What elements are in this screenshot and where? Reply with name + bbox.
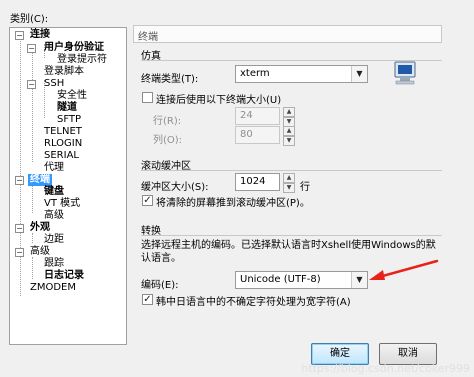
tree-item-connection[interactable]: 连接	[30, 29, 50, 41]
spin-up-icon[interactable]: ▲	[283, 107, 295, 117]
cols-input[interactable]: 80	[235, 126, 280, 144]
cols-label: 列(O):	[153, 135, 183, 146]
category-tree[interactable]: − 连接 − 用户身份验证 登录提示符 登录脚本 − SSH 安全性 隧道 SF…	[9, 27, 127, 345]
collapse-icon[interactable]: −	[27, 44, 36, 53]
collapse-icon[interactable]: −	[15, 31, 24, 40]
push-to-scrollback-label: 将清除的屏幕推到滚动缓冲区(P)。	[156, 198, 310, 209]
tree-line	[32, 257, 33, 279]
divider	[141, 170, 442, 171]
cjk-wide-char-checkbox[interactable]: ✓	[142, 294, 153, 305]
spin-up-icon[interactable]: ▲	[283, 126, 295, 136]
terminal-type-select[interactable]: xterm ▼	[235, 65, 368, 83]
tree-item-logging[interactable]: 日志记录	[44, 270, 84, 282]
spin-down-icon[interactable]: ▼	[283, 183, 295, 193]
rows-label: 行(R):	[153, 116, 182, 127]
terminal-type-label: 终端类型(T):	[141, 74, 199, 85]
encoding-value: Unicode (UTF-8)	[240, 274, 321, 285]
tree-item-user-auth[interactable]: 用户身份验证	[44, 42, 104, 54]
tree-item-advanced[interactable]: 高级	[30, 246, 50, 258]
tree-item-margins[interactable]: 边距	[44, 234, 64, 246]
buffer-size-unit: 行	[300, 182, 310, 193]
tree-line	[32, 233, 33, 243]
panel-title: 终端	[133, 25, 442, 43]
terminal-computer-icon	[394, 61, 416, 85]
rows-input[interactable]: 24	[235, 107, 280, 125]
tree-item-proxy[interactable]: 代理	[44, 162, 64, 174]
buffer-size-stepper[interactable]: ▲ ▼	[283, 173, 295, 193]
chevron-down-icon: ▼	[351, 66, 367, 82]
tree-line	[32, 44, 33, 162]
push-to-scrollback-checkbox[interactable]: ✓	[142, 195, 153, 206]
divider	[141, 235, 442, 236]
tree-item-terminal[interactable]: 终端	[28, 174, 52, 186]
collapse-icon[interactable]: −	[15, 176, 24, 185]
tree-item-vt-modes[interactable]: VT 模式	[44, 198, 80, 210]
resize-checkbox-label: 连接后使用以下终端大小(U)	[156, 95, 282, 106]
encoding-label: 编码(E):	[141, 280, 179, 291]
tree-line	[20, 38, 21, 296]
collapse-icon[interactable]: −	[15, 224, 24, 233]
tree-line	[32, 185, 33, 213]
tree-item-zmodem[interactable]: ZMODEM	[30, 282, 76, 294]
tree-item-appearance[interactable]: 外观	[30, 222, 50, 234]
watermark: https://blog.csdn.net/coker999	[301, 362, 470, 375]
tree-item-trace[interactable]: 跟踪	[44, 258, 64, 270]
collapse-icon[interactable]: −	[15, 248, 24, 257]
tree-item-keyboard[interactable]: 键盘	[44, 186, 64, 198]
category-label: 类别(C):	[10, 14, 49, 25]
spin-down-icon[interactable]: ▼	[283, 136, 295, 146]
tree-item-tunneling[interactable]: 隧道	[57, 102, 77, 114]
tree-item-sftp[interactable]: SFTP	[57, 114, 81, 126]
tree-item-serial[interactable]: SERIAL	[44, 150, 79, 162]
resize-checkbox[interactable]	[142, 92, 153, 103]
spin-up-icon[interactable]: ▲	[283, 173, 295, 183]
cols-stepper[interactable]: ▲ ▼	[283, 126, 295, 146]
red-arrow-icon	[369, 259, 439, 280]
buffer-size-input[interactable]: 1024	[235, 173, 280, 191]
encoding-select[interactable]: Unicode (UTF-8) ▼	[235, 271, 368, 289]
tree-item-rlogin[interactable]: RLOGIN	[44, 138, 82, 150]
tree-item-terminal-advanced[interactable]: 高级	[44, 210, 64, 222]
buffer-size-label: 缓冲区大小(S):	[141, 182, 209, 193]
terminal-type-value: xterm	[240, 68, 270, 79]
collapse-icon[interactable]: −	[27, 80, 36, 89]
tree-item-telnet[interactable]: TELNET	[44, 126, 82, 138]
tree-item-security[interactable]: 安全性	[57, 90, 87, 102]
cjk-wide-char-label: 韩中日语言中的不确定字符处理为宽字符(A)	[156, 297, 351, 308]
tree-item-login-script[interactable]: 登录脚本	[44, 66, 84, 78]
tree-item-login-prompt[interactable]: 登录提示符	[57, 54, 107, 66]
rows-stepper[interactable]: ▲ ▼	[283, 107, 295, 127]
tree-item-ssh[interactable]: SSH	[44, 78, 64, 90]
